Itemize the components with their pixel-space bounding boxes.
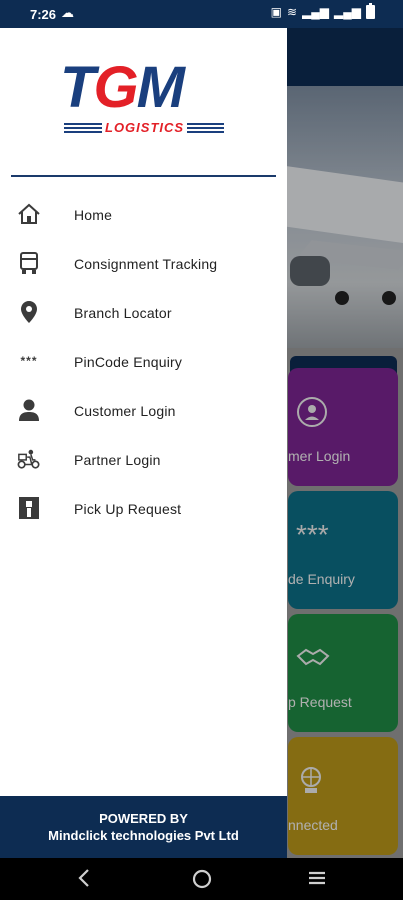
menu-item-consignment-tracking[interactable]: Consignment Tracking: [0, 239, 287, 288]
menu-item-pincode-enquiry[interactable]: *** PinCode Enquiry: [0, 337, 287, 386]
delivery-scooter-icon: [17, 447, 41, 471]
status-bar: 7:26 ☁ ▣ ≋ ▂▄▆ ▂▄▆: [0, 0, 403, 28]
logo-sub-text: LOGISTICS: [102, 120, 188, 136]
menu-item-customer-login[interactable]: Customer Login: [0, 386, 287, 435]
logo-letter: M: [136, 55, 185, 120]
location-pin-icon: [17, 300, 41, 324]
home-icon: [17, 202, 41, 226]
menu-item-partner-login[interactable]: Partner Login: [0, 435, 287, 484]
logo-letter: T: [60, 55, 95, 120]
powered-by-label: POWERED BY: [99, 811, 188, 826]
battery-icon: [366, 3, 375, 19]
menu-item-label: Customer Login: [74, 402, 176, 419]
drawer-divider: [11, 175, 276, 177]
person-icon: [17, 398, 41, 422]
wifi-icon: ≋: [287, 5, 298, 19]
cloud-icon: ☁: [61, 5, 74, 20]
system-navigation-bar: [0, 858, 403, 900]
logo-sub: LOGISTICS: [64, 120, 224, 136]
menu-item-label: Branch Locator: [74, 304, 172, 321]
signal-icon: ▂▄▆: [334, 5, 361, 19]
navigation-drawer: TGM LOGISTICS Home Consignment Tracking …: [0, 28, 287, 858]
home-circle-icon[interactable]: [191, 868, 213, 895]
powered-by-company: Mindclick technologies Pvt Ltd: [48, 828, 239, 843]
menu-item-branch-locator[interactable]: Branch Locator: [0, 288, 287, 337]
drawer-footer: POWERED BY Mindclick technologies Pvt Lt…: [0, 796, 287, 858]
vo-lte-icon: ▣: [270, 5, 282, 19]
tgm-logistics-logo: TGM LOGISTICS: [60, 59, 230, 140]
status-time: 7:26: [30, 7, 57, 22]
menu-item-label: Partner Login: [74, 451, 161, 468]
status-icons: ▣ ≋ ▂▄▆ ▂▄▆: [270, 3, 375, 19]
menu-item-label: Consignment Tracking: [74, 255, 218, 272]
truck-icon: [17, 251, 41, 275]
menu-item-label: Home: [74, 206, 113, 223]
back-icon[interactable]: [76, 868, 92, 893]
signal-icon: ▂▄▆: [302, 5, 330, 19]
menu-item-label: Pick Up Request: [74, 500, 182, 517]
logo-main: TGM: [60, 59, 230, 117]
drawer-menu: Home Consignment Tracking Branch Locator…: [0, 190, 287, 533]
logo-letter: G: [93, 55, 138, 120]
recent-apps-icon[interactable]: [307, 868, 327, 893]
menu-item-pick-up-request[interactable]: Pick Up Request: [0, 484, 287, 533]
menu-item-label: PinCode Enquiry: [74, 353, 183, 370]
menu-item-home[interactable]: Home: [0, 190, 287, 239]
asterisks-icon: ***: [20, 354, 38, 368]
pickup-icon: [17, 496, 41, 520]
